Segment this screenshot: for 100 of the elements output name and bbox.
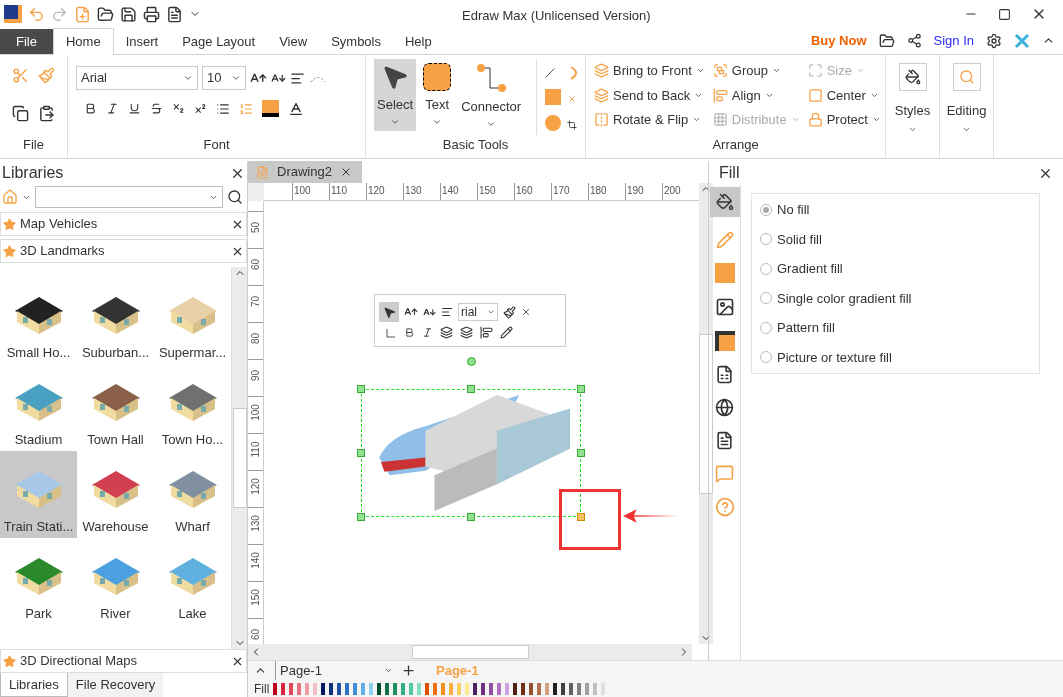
- export-icon[interactable]: [166, 5, 183, 23]
- resize-handle[interactable]: [357, 513, 365, 521]
- search-icon[interactable]: [227, 189, 243, 205]
- italic-icon[interactable]: [422, 327, 433, 338]
- superscript-icon[interactable]: [194, 102, 207, 115]
- select-tool-icon[interactable]: [379, 302, 399, 322]
- save-icon[interactable]: [120, 5, 137, 23]
- radio-label[interactable]: No fill: [777, 200, 810, 220]
- globe-icon[interactable]: [715, 398, 734, 417]
- library-shape-item[interactable]: Small Ho...: [0, 277, 77, 364]
- maximize-icon[interactable]: [998, 7, 1011, 21]
- menu-tab[interactable]: Page Layout: [170, 29, 268, 54]
- text-position-icon[interactable]: [480, 326, 493, 339]
- radio-label[interactable]: Solid fill: [777, 229, 822, 249]
- share-folder-icon[interactable]: [878, 32, 895, 49]
- ribbon-big-button[interactable]: Editing: [940, 55, 994, 158]
- open-folder-icon[interactable]: [97, 5, 114, 23]
- resize-handle[interactable]: [577, 385, 585, 393]
- scroll-thumb[interactable]: [699, 333, 713, 494]
- format-painter-icon[interactable]: [503, 305, 516, 319]
- menu-tab[interactable]: View: [267, 29, 320, 54]
- sign-in-link[interactable]: Sign In: [933, 30, 974, 51]
- strikethrough-icon[interactable]: [150, 102, 163, 115]
- rotate-handle[interactable]: [467, 357, 476, 366]
- resize-handle[interactable]: [577, 449, 585, 457]
- panel-tab[interactable]: File Recovery: [67, 673, 164, 697]
- library-shape-item[interactable]: Train Stati...: [0, 451, 77, 538]
- group-icon: [712, 63, 728, 79]
- arrange-button[interactable]: Rotate & Flip: [594, 110, 705, 130]
- settings-icon[interactable]: [986, 32, 1002, 49]
- bold-icon[interactable]: [84, 102, 97, 115]
- document-list-icon[interactable]: [715, 365, 734, 384]
- arrange-button[interactable]: Protect: [807, 110, 881, 130]
- image-icon[interactable]: [714, 297, 735, 317]
- fill-bucket-icon[interactable]: [709, 187, 740, 217]
- paste-icon[interactable]: [37, 105, 55, 123]
- resize-handle[interactable]: [467, 513, 475, 521]
- font-size-field[interactable]: 10: [202, 66, 246, 90]
- arrange-button[interactable]: Group: [712, 61, 800, 81]
- library-shape-item[interactable]: Supermar...: [154, 277, 231, 364]
- library-shape-item[interactable]: River: [77, 538, 154, 625]
- arrange-button[interactable]: Align: [712, 85, 800, 105]
- radio-label[interactable]: Picture or texture fill: [777, 347, 892, 367]
- panel-tab[interactable]: Libraries: [0, 673, 68, 697]
- font-name-field[interactable]: Arial: [76, 66, 198, 90]
- align-icon[interactable]: [441, 306, 453, 318]
- resize-handle[interactable]: [357, 449, 365, 457]
- bold-icon[interactable]: [404, 327, 415, 338]
- arrange-button[interactable]: Send to Back: [594, 85, 705, 105]
- library-shape-item[interactable]: Park: [0, 538, 77, 625]
- edit-style-icon[interactable]: [500, 326, 513, 339]
- arrange-button[interactable]: Bring to Front: [594, 61, 705, 81]
- library-shape-item[interactable]: Lake: [154, 538, 231, 625]
- menu-tab[interactable]: File: [0, 29, 53, 54]
- menu-tab[interactable]: Help: [393, 29, 444, 54]
- scrollbar[interactable]: [699, 183, 713, 644]
- library-shape-item[interactable]: Warehouse: [77, 451, 154, 538]
- resize-handle[interactable]: [577, 513, 585, 521]
- resize-handle[interactable]: [357, 385, 365, 393]
- document-icon[interactable]: [715, 431, 734, 450]
- library-shape-item[interactable]: Wharf: [154, 451, 231, 538]
- layered-squares-icon[interactable]: [714, 331, 735, 351]
- document-tab[interactable]: Drawing2: [248, 161, 362, 183]
- italic-icon[interactable]: [106, 102, 119, 115]
- font-color-icon[interactable]: [288, 100, 304, 117]
- print-icon[interactable]: [143, 5, 160, 23]
- close-icon[interactable]: [521, 307, 531, 317]
- tool-button[interactable]: Connector: [458, 59, 525, 131]
- menu-tab[interactable]: Symbols: [319, 29, 393, 54]
- highlight-color-icon[interactable]: [262, 100, 279, 117]
- radio-label[interactable]: Gradient fill: [777, 259, 843, 279]
- font-name-field[interactable]: rial: [458, 303, 498, 321]
- tool-button[interactable]: Text: [420, 59, 455, 131]
- group-label: Basic Tools: [441, 135, 510, 154]
- tool-button[interactable]: Select: [374, 59, 417, 131]
- subscript-icon[interactable]: [172, 102, 185, 115]
- scrollbar[interactable]: [248, 644, 692, 660]
- library-shape-item[interactable]: Suburban...: [77, 277, 154, 364]
- library-shape-item[interactable]: Town Hall: [77, 364, 154, 451]
- resize-handle[interactable]: [467, 385, 475, 393]
- bring-front-icon[interactable]: [440, 326, 453, 339]
- line-spacing-icon[interactable]: [216, 101, 230, 116]
- scroll-thumb[interactable]: [232, 408, 247, 508]
- send-back-icon[interactable]: [460, 326, 473, 339]
- radio-label[interactable]: Pattern fill: [777, 318, 835, 338]
- align-icon[interactable]: [290, 70, 305, 86]
- scrollbar[interactable]: [231, 267, 247, 649]
- library-shape-item[interactable]: Stadium: [0, 364, 77, 451]
- add-page-icon[interactable]: [401, 663, 416, 678]
- radio-label[interactable]: Single color gradient fill: [777, 288, 912, 308]
- share-icon[interactable]: [906, 33, 922, 48]
- library-shape-item[interactable]: Town Ho...: [154, 364, 231, 451]
- menu-tab[interactable]: Insert: [113, 29, 171, 54]
- scroll-thumb[interactable]: [411, 645, 529, 659]
- ribbon-big-button[interactable]: Styles: [886, 55, 940, 158]
- arrange-button[interactable]: Center: [807, 85, 881, 105]
- copy-icon[interactable]: [12, 105, 30, 123]
- library-search-field[interactable]: [35, 186, 223, 208]
- underline-icon[interactable]: [128, 102, 141, 115]
- menu-tab[interactable]: Home: [52, 28, 114, 55]
